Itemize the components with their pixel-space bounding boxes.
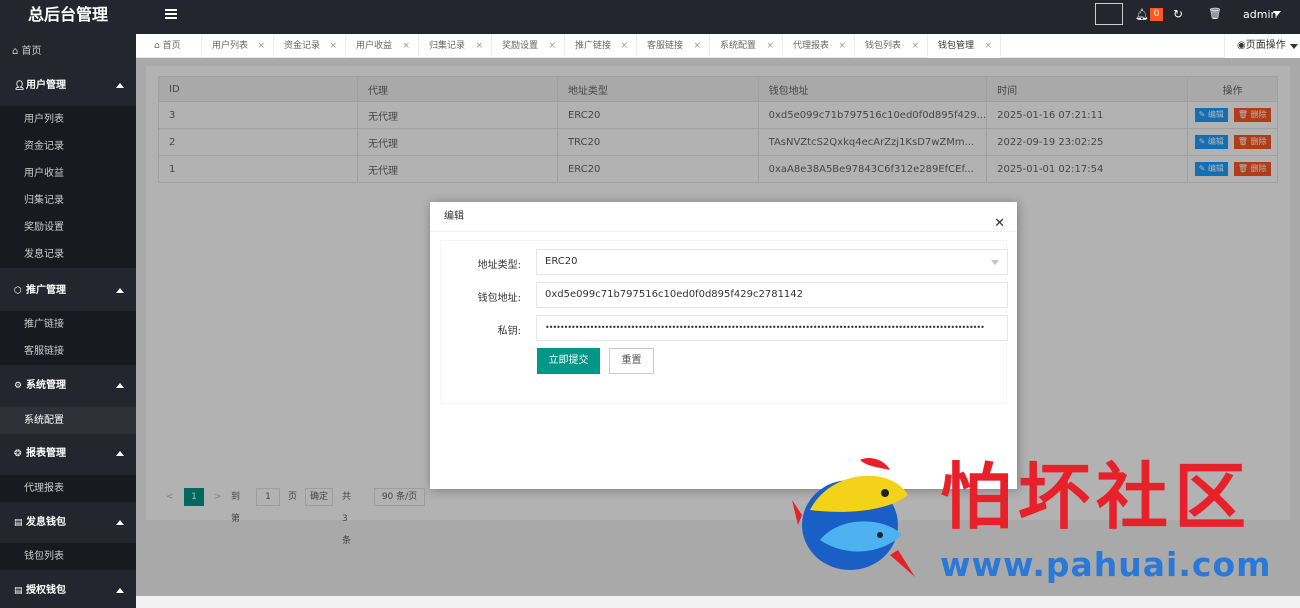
tab-service-links[interactable]: 客服链接 × bbox=[637, 34, 710, 58]
dialog-header: 编辑 ✕ bbox=[430, 202, 1017, 232]
tab-collection-records[interactable]: 归集记录 × bbox=[419, 34, 492, 58]
sidebar-group-system[interactable]: ⚙ 系统管理 bbox=[0, 369, 136, 403]
tab-user-earnings[interactable]: 用户收益 × bbox=[346, 34, 419, 58]
sidebar-item-wallet-list[interactable]: 钱包列表 bbox=[0, 543, 136, 570]
close-icon[interactable]: × bbox=[838, 34, 846, 58]
tab-agent-report[interactable]: 代理报表 × bbox=[783, 34, 855, 58]
app-title: 总后台管理 bbox=[27, 5, 108, 24]
close-icon[interactable]: × bbox=[257, 34, 265, 58]
address-type-label: 地址类型: bbox=[477, 260, 521, 271]
caret-down-icon bbox=[1290, 44, 1298, 49]
close-icon[interactable]: × bbox=[911, 34, 919, 58]
circle-dot-icon: ◉ bbox=[1237, 40, 1246, 51]
dashboard-icon: ❂ bbox=[14, 449, 22, 459]
sidebar-group-users[interactable]: 👤︎用户管理 bbox=[0, 69, 136, 103]
clear-cache-icon[interactable]: 🗑︎ bbox=[1208, 7, 1222, 20]
tab-bar: ⌂ 首页 用户列表 × 资金记录 × 用户收益 × 归集记录 × 奖励设置 × 推广链接 ×… bbox=[136, 34, 1300, 58]
top-bar: 总后台管理 🔔︎ 0 ↻ 🗑︎ admin bbox=[0, 0, 1300, 34]
dialog-title: 编辑 bbox=[444, 211, 464, 222]
menu-toggle-icon[interactable] bbox=[165, 9, 177, 19]
watermark-logo bbox=[792, 458, 915, 577]
caret-up-icon bbox=[116, 520, 124, 525]
sidebar-item-system-config[interactable]: 系统配置 bbox=[0, 407, 136, 434]
close-icon[interactable]: × bbox=[693, 34, 701, 58]
dialog-form: 地址类型: ERC20 钱包地址: 0xd5e099c71b797516c10e… bbox=[440, 240, 1008, 404]
address-type-select[interactable]: ERC20 bbox=[536, 249, 1008, 275]
caret-up-icon bbox=[116, 588, 124, 593]
caret-up-icon bbox=[116, 288, 124, 293]
private-key-input[interactable]: ••••••••••••••••••••••••••••••••••••••••… bbox=[536, 315, 1008, 341]
wallet-address-input[interactable]: 0xd5e099c71b797516c10ed0f0d895f429c27811… bbox=[536, 282, 1008, 308]
sidebar-group-auth-wallet[interactable]: ▤ 授权钱包 bbox=[0, 574, 136, 608]
tab-wallet-manage[interactable]: 钱包管理 × bbox=[928, 34, 1001, 58]
close-icon[interactable]: ✕ bbox=[994, 209, 1005, 239]
fullscreen-button[interactable] bbox=[1095, 3, 1123, 25]
sidebar-item-interest-records[interactable]: 发息记录 bbox=[0, 241, 136, 268]
close-icon[interactable]: × bbox=[475, 34, 483, 58]
wallet-icon: ▤ bbox=[14, 586, 23, 596]
private-key-label: 私钥: bbox=[497, 326, 521, 337]
bell-icon[interactable]: 🔔︎ bbox=[1135, 8, 1149, 21]
close-icon[interactable]: × bbox=[766, 34, 774, 58]
sidebar-group-promotion[interactable]: ⬡ 推广管理 bbox=[0, 274, 136, 308]
home-icon: ⌂ bbox=[12, 46, 19, 57]
gear-icon: ⚙ bbox=[14, 381, 23, 391]
sidebar-item-user-list[interactable]: 用户列表 bbox=[0, 106, 136, 133]
tab-wallet-list[interactable]: 钱包列表 × bbox=[855, 34, 928, 58]
wallet-address-label: 钱包地址: bbox=[477, 293, 521, 304]
caret-up-icon bbox=[116, 83, 124, 88]
close-icon[interactable]: × bbox=[548, 34, 556, 58]
caret-up-icon bbox=[116, 451, 124, 456]
caret-up-icon bbox=[116, 383, 124, 388]
close-icon[interactable]: × bbox=[984, 34, 992, 58]
sidebar-item-home[interactable]: ⌂ 首页 bbox=[0, 38, 136, 65]
sidebar-item-promo-links[interactable]: 推广链接 bbox=[0, 311, 136, 338]
notification-badge: 0 bbox=[1150, 8, 1163, 21]
tab-home[interactable]: ⌂ 首页 bbox=[144, 34, 202, 58]
user-icon: 👤︎ bbox=[14, 81, 26, 91]
sidebar: ⌂ 首页 👤︎用户管理 用户列表 资金记录 用户收益 归集记录 奖励设置 发息记… bbox=[0, 34, 136, 608]
tab-user-list[interactable]: 用户列表 × bbox=[202, 34, 274, 58]
close-icon[interactable]: × bbox=[329, 34, 337, 58]
sidebar-item-reward-settings[interactable]: 奖励设置 bbox=[0, 214, 136, 241]
shield-icon: ⬡ bbox=[14, 286, 22, 296]
tab-reward-settings[interactable]: 奖励设置 × bbox=[492, 34, 565, 58]
tab-system-config[interactable]: 系统配置 × bbox=[710, 34, 783, 58]
edit-dialog: 编辑 ✕ 地址类型: ERC20 钱包地址: 0xd5e099c71b79751… bbox=[430, 202, 1017, 489]
tab-fund-records[interactable]: 资金记录 × bbox=[274, 34, 346, 58]
sidebar-item-agent-report[interactable]: 代理报表 bbox=[0, 475, 136, 502]
sidebar-item-collection-records[interactable]: 归集记录 bbox=[0, 187, 136, 214]
reset-button[interactable]: 重置 bbox=[609, 348, 654, 374]
caret-down-icon bbox=[1273, 11, 1281, 16]
caret-down-icon bbox=[991, 260, 999, 265]
refresh-icon[interactable]: ↻ bbox=[1173, 7, 1183, 21]
tab-promo-links[interactable]: 推广链接 × bbox=[565, 34, 637, 58]
page-operations-menu[interactable]: ◉页面操作 bbox=[1224, 34, 1300, 58]
sidebar-item-service-links[interactable]: 客服链接 bbox=[0, 338, 136, 365]
watermark-url: www.pahuai.com bbox=[940, 545, 1272, 584]
home-icon: ⌂ bbox=[154, 41, 160, 51]
close-icon[interactable]: × bbox=[402, 34, 410, 58]
watermark-text: 怕坏社区 bbox=[940, 454, 1253, 539]
close-icon[interactable]: × bbox=[620, 34, 628, 58]
sidebar-item-fund-records[interactable]: 资金记录 bbox=[0, 133, 136, 160]
submit-button[interactable]: 立即提交 bbox=[537, 348, 600, 374]
sidebar-item-user-earnings[interactable]: 用户收益 bbox=[0, 160, 136, 187]
wallet-icon: ▤ bbox=[14, 518, 23, 528]
sidebar-group-payout-wallet[interactable]: ▤ 发息钱包 bbox=[0, 506, 136, 540]
sidebar-group-reports[interactable]: ❂ 报表管理 bbox=[0, 437, 136, 471]
